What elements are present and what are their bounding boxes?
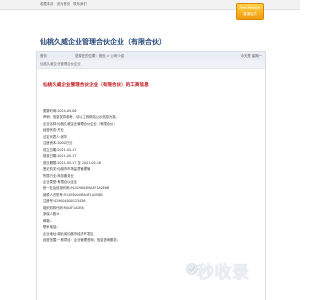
watermark-logo: 秒收录 (197, 263, 250, 283)
bookmark-link[interactable]: 收藏本页 (40, 2, 54, 6)
member-badge[interactable]: Free Member 普通会员 (236, 3, 264, 20)
contact-link[interactable]: 联系我们 (73, 2, 87, 6)
member-badge-label: 普通会员 (243, 12, 257, 16)
business-info-list: 更新时间:2024-09-06 声明：信息仅供参考，请以工商网站公示信息为准。 … (43, 108, 259, 244)
company-title: 仙桃久威企业管理合伙企业（有限合伙） (40, 38, 166, 46)
info-line: 经营范围:一般项目：企业管理咨询；信息咨询服务； (43, 238, 120, 243)
section-header-label: 仙桃久威企业管理合伙企业 (40, 62, 81, 66)
section-header: 仙桃久威企业管理合伙企业 (37, 60, 265, 69)
top-links: 收藏本页 设为首页 联系我们 (40, 0, 89, 9)
content-title: 仙桃久威企业管理合伙企业（有限合伙）的工商信息 (43, 83, 149, 88)
set-homepage-link[interactable]: 设为首页 (57, 2, 71, 6)
